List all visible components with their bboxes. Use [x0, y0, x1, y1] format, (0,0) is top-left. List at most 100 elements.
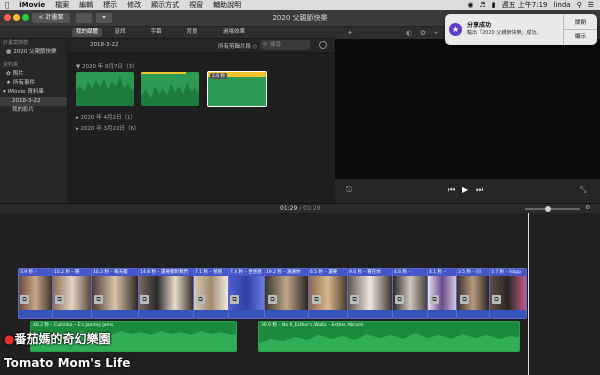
magic-wand-icon[interactable]: ✦ [347, 29, 353, 37]
apple-icon[interactable]:  [0, 0, 14, 10]
timeline-settings-icon[interactable]: ⚙ [585, 204, 590, 211]
video-clip[interactable]: 7.1 秒 – 爸爸 [193, 268, 229, 319]
volume-icon[interactable]: ♬ [479, 0, 485, 10]
clip-duration-badge: 2.6 秒 [210, 73, 228, 79]
zoom-slider-knob[interactable] [545, 206, 551, 212]
sidebar-item-label: 2020 父親節快樂 [13, 49, 57, 55]
menu-file[interactable]: 檔案 [50, 0, 74, 10]
fullscreen-icon[interactable]: ⤡ [580, 185, 586, 195]
imovie-star-icon: ★ [449, 23, 462, 36]
sidebar-item-all-events[interactable]: ★ 所有事件 [0, 79, 67, 88]
dropdown-icon[interactable]: ▾ [96, 13, 112, 23]
video-clip[interactable]: 10.3 秒 – 每天都 [91, 268, 139, 319]
transition-icon[interactable]: ⧉ [492, 295, 501, 304]
menu-edit[interactable]: 編輯 [74, 0, 98, 10]
crop-icon[interactable]: ⌖ [434, 29, 438, 38]
photos-icon: ✿ [6, 71, 11, 77]
sidebar-item-event-2018-3-22[interactable]: 2018-3-22 [0, 97, 67, 106]
video-clip[interactable]: 3.9 秒 – [18, 268, 53, 319]
microphone-icon[interactable]: ⎋ [346, 185, 352, 195]
transition-icon[interactable]: ⧉ [430, 295, 439, 304]
transition-icon[interactable]: ⧉ [460, 295, 469, 304]
menu-help[interactable]: 輔助說明 [208, 0, 246, 10]
color-correct-icon[interactable]: ✿ [420, 29, 426, 37]
clip-thumbnail [393, 276, 427, 310]
event-group-2020-8-7[interactable]: ▼ 2020 年 8月7日（3） [76, 62, 137, 70]
video-clip[interactable]: 7.4 秒 – 世爸爸 [228, 268, 265, 319]
clip-label: 3.9 秒 – [19, 269, 52, 276]
menubar-user[interactable]: linda [554, 0, 571, 10]
tab-audio[interactable]: 音訊 [110, 28, 130, 37]
media-clip-1[interactable] [76, 72, 134, 106]
menu-modify[interactable]: 修改 [122, 0, 146, 10]
video-clip[interactable]: 6.5 秒 – 還要 [308, 268, 348, 319]
sidebar-item-library[interactable]: ▾ iMovie 資料庫 [0, 88, 67, 97]
video-clip[interactable]: 9.6 秒 – 看在你 [347, 268, 393, 319]
media-clip-3-selected[interactable]: 2.6 秒 [207, 71, 267, 107]
tab-transitions[interactable]: 過場效果 [219, 28, 249, 37]
clip-thumbnail [139, 276, 193, 310]
notification-title: 分享成功 [467, 22, 492, 29]
transition-icon[interactable]: ⧉ [196, 295, 205, 304]
playhead[interactable] [528, 213, 529, 375]
clip-thumbnail [457, 276, 489, 310]
transition-icon[interactable]: ⧉ [230, 295, 239, 304]
zoom-slider[interactable] [525, 208, 580, 210]
battery-icon[interactable]: ▮ [492, 0, 496, 10]
transition-icon[interactable]: ⧉ [268, 295, 277, 304]
transition-icon[interactable]: ⧉ [312, 295, 321, 304]
tab-my-media[interactable]: 我的媒體 [72, 28, 102, 37]
video-clip[interactable]: 14.8 秒 – 還要都對我們 [138, 268, 194, 319]
show-notification-button[interactable]: 顯示 [564, 31, 597, 43]
menu-app[interactable]: iMovie [14, 0, 50, 10]
transition-icon[interactable]: ⧉ [20, 295, 29, 304]
skip-forward-icon[interactable]: ⏭ [476, 185, 483, 195]
back-to-projects-button[interactable]: < 計畫案 [32, 13, 70, 23]
transition-icon[interactable]: ⧉ [350, 295, 359, 304]
video-clip[interactable]: 4.1 秒 – [427, 268, 457, 319]
search-input[interactable]: ⚲ 搜尋 [260, 40, 310, 50]
tab-backgrounds[interactable]: 背景 [182, 28, 202, 37]
clip-audio [490, 310, 526, 318]
transition-icon[interactable]: ⧉ [94, 295, 103, 304]
color-balance-icon[interactable]: ◐ [406, 29, 412, 37]
menubar-clock[interactable]: 週五 上午7:19 [502, 0, 548, 10]
menu-window[interactable]: 視窗 [184, 0, 208, 10]
clip-label: 4.1 秒 – [428, 269, 456, 276]
video-clip[interactable]: 4.6 秒 – [392, 268, 428, 319]
event-group-2020-4-2[interactable]: ▸ 2020 年 4月2日（1） [76, 113, 136, 121]
video-clip[interactable]: 19.2 秒 – 謝謝你 [264, 268, 309, 319]
notification-body: 輸出「2020 父親節快樂」成功。 [467, 30, 542, 36]
video-clip[interactable]: 3.7 秒 – Happ [489, 268, 527, 319]
event-group-2020-3-22[interactable]: ▸ 2020 年 3月22日（6） [76, 124, 140, 132]
tab-titles[interactable]: 字幕 [146, 28, 166, 37]
media-clip-2[interactable] [141, 72, 199, 106]
wifi-icon[interactable]: ◉ [467, 0, 473, 10]
clip-audio [194, 310, 228, 318]
video-clip[interactable]: 3.5 秒 – 同 [456, 268, 490, 319]
transition-icon[interactable]: ⧉ [395, 295, 404, 304]
clip-thumbnail [229, 276, 264, 310]
sidebar-item-project[interactable]: ▦ 2020 父親節快樂 [0, 48, 67, 57]
video-clip[interactable]: 10.2 秒 – 冊 [52, 268, 92, 319]
settings-icon[interactable] [319, 41, 327, 49]
clip-filter-select[interactable]: 所有剪輯片段 ◇ [218, 42, 257, 50]
clip-label: 14.8 秒 – 還要都對我們 [139, 269, 193, 276]
clip-audio [309, 310, 347, 318]
skip-back-icon[interactable]: ⏮ [448, 185, 455, 195]
menu-list-icon[interactable]: ☰ [588, 0, 594, 10]
transition-icon[interactable]: ⧉ [55, 295, 64, 304]
transition-icon[interactable]: ⧉ [140, 295, 149, 304]
sidebar-item-photos[interactable]: ✿ 照片 [0, 70, 67, 79]
close-notification-button[interactable]: 關閉 [564, 17, 597, 29]
clip-thumbnail [265, 276, 308, 310]
sidebar-item-label: iMovie 資料庫 [7, 89, 44, 95]
search-icon[interactable]: ⚲ [577, 0, 582, 10]
menu-view[interactable]: 顯示方式 [146, 0, 184, 10]
sidebar-item-label: 我的影片 [12, 107, 35, 113]
music-clip[interactable]: 36.9 秒 – No.9_Esther's Waltz – Esther Ab… [258, 321, 520, 352]
menu-mark[interactable]: 標示 [98, 0, 122, 10]
import-icon[interactable] [76, 13, 92, 23]
play-icon[interactable]: ▶ [462, 185, 468, 194]
sidebar-item-my-movies[interactable]: 我的影片 [0, 106, 67, 115]
